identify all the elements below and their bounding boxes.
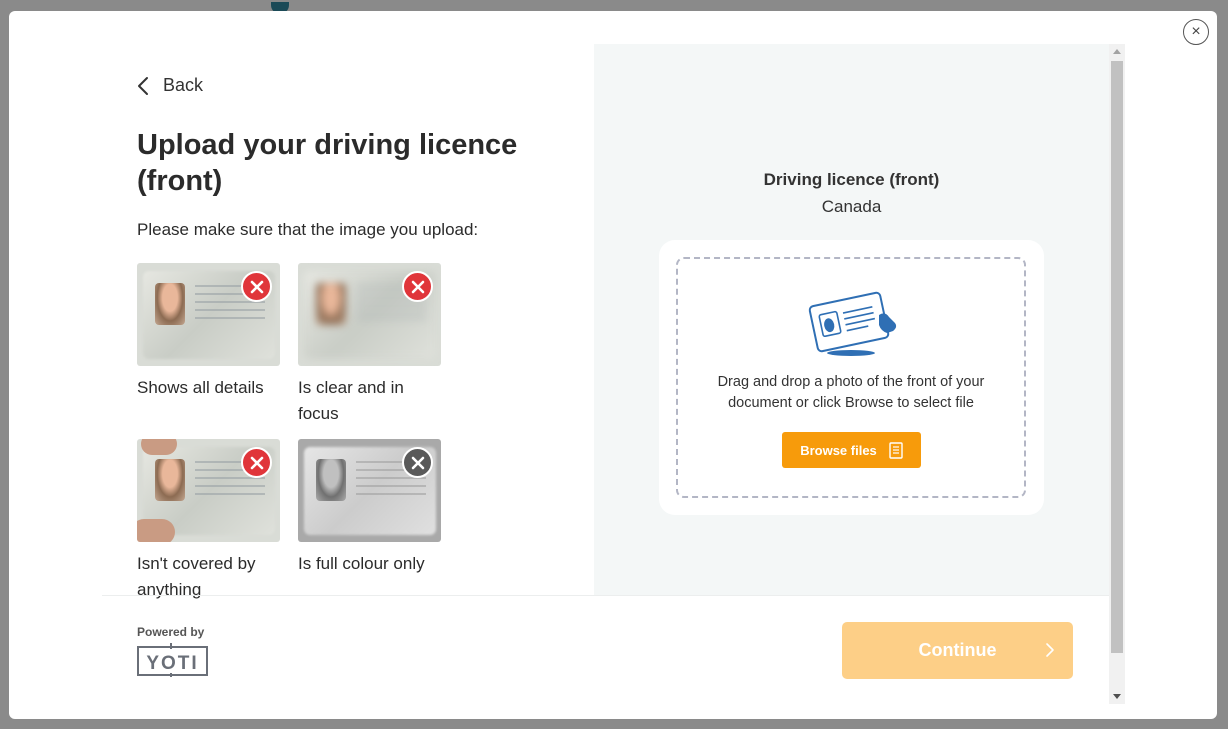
scroll-down-arrow-icon[interactable] [1113, 694, 1121, 699]
page-subtitle: Please make sure that the image you uplo… [137, 220, 479, 239]
back-label: Back [163, 75, 204, 95]
chevron-left-icon [138, 76, 148, 95]
upload-panel: Driving licence (front) Canada Drag and … [594, 44, 1109, 595]
browse-files-button[interactable]: Browse files [782, 432, 921, 468]
requirement-tile: Shows all details [137, 263, 287, 401]
file-drop-zone[interactable]: Drag and drop a photo of the front of yo… [676, 257, 1026, 498]
yoti-logo-text: YOTI [146, 653, 198, 674]
chevron-right-icon [1046, 643, 1054, 657]
error-x-icon [402, 271, 433, 302]
error-x-icon [241, 271, 272, 302]
document-type-label: Driving licence (front) [763, 170, 940, 189]
continue-label: Continue [918, 640, 997, 660]
drop-instructions: Drag and drop a photo of the front of yo… [717, 374, 985, 411]
example-image-focus [298, 263, 441, 366]
vertical-scrollbar[interactable] [1109, 44, 1125, 704]
close-button[interactable]: × [1183, 19, 1209, 45]
requirement-label: Is clear and in focus [298, 378, 404, 423]
requirement-label: Is full colour only [298, 554, 425, 573]
upload-modal: × Back Upload your driving licence (fron… [9, 11, 1217, 719]
error-x-icon [241, 447, 272, 478]
page-title: Upload your driving licence (front) [137, 129, 518, 197]
scrollbar-thumb[interactable] [1111, 61, 1123, 653]
requirement-tile: Isn't covered by anything [137, 439, 287, 603]
browse-files-label: Browse files [800, 442, 877, 458]
requirement-tile: Is clear and in focus [298, 263, 448, 427]
document-country-label: Canada [821, 197, 882, 216]
error-x-icon [402, 447, 433, 478]
close-icon: × [1191, 23, 1201, 40]
id-card-tap-icon [808, 291, 897, 356]
continue-button[interactable]: Continue [842, 622, 1073, 679]
yoti-logo: YOTI [137, 643, 208, 677]
document-icon [889, 441, 903, 459]
upload-card: Drag and drop a photo of the front of yo… [659, 240, 1044, 515]
back-button[interactable]: Back [137, 75, 203, 96]
requirement-label: Shows all details [137, 378, 264, 397]
scroll-up-arrow-icon[interactable] [1113, 49, 1121, 54]
footer-divider [102, 595, 1109, 596]
powered-by-label: Powered by [137, 625, 205, 639]
example-image-all-details [137, 263, 280, 366]
example-image-colour [298, 439, 441, 542]
requirement-tile: Is full colour only [298, 439, 448, 577]
example-image-covered [137, 439, 280, 542]
